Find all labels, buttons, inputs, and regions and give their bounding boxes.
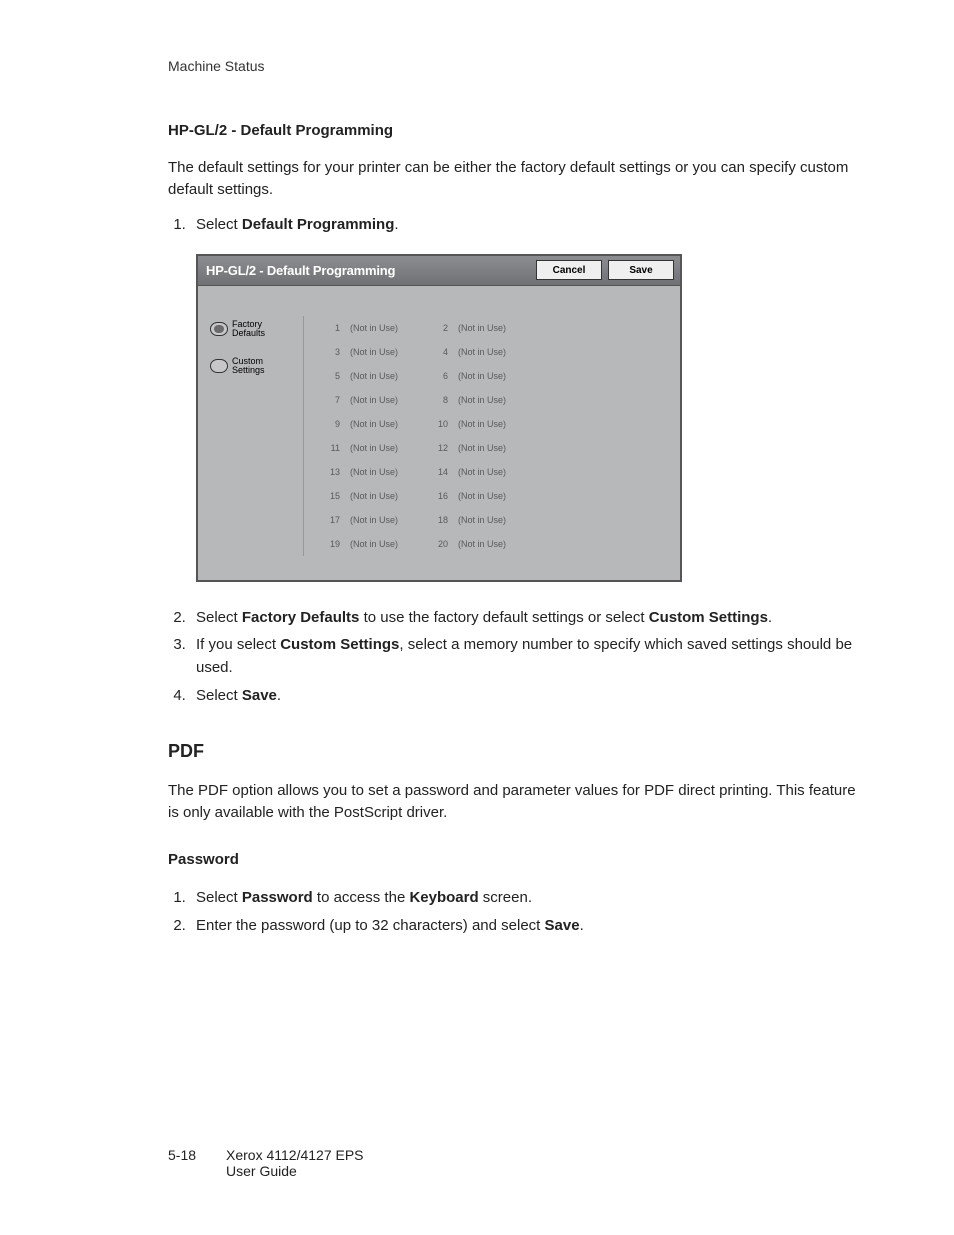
slot-number[interactable]: 7 [322, 395, 344, 405]
steps-list-1: Select Default Programming. [168, 213, 864, 236]
dialog-title: HP-GL/2 - Default Programming [206, 263, 530, 278]
slot-number[interactable]: 20 [430, 539, 452, 549]
slot-number[interactable]: 17 [322, 515, 344, 525]
radio-factory-defaults[interactable]: Factory Defaults [204, 320, 303, 339]
slot-value: (Not in Use) [350, 443, 424, 453]
running-header: Machine Status [168, 58, 864, 74]
slot-value: (Not in Use) [350, 371, 424, 381]
pdf-intro: The PDF option allows you to set a passw… [168, 780, 864, 824]
steps-list-2: Select Factory Defaults to use the facto… [168, 606, 864, 707]
slot-value: (Not in Use) [458, 371, 532, 381]
slot-number[interactable]: 2 [430, 323, 452, 333]
embedded-dialog: HP-GL/2 - Default Programming Cancel Sav… [196, 254, 682, 582]
slot-number[interactable]: 18 [430, 515, 452, 525]
save-button[interactable]: Save [608, 260, 674, 280]
slot-number[interactable]: 5 [322, 371, 344, 381]
slot-value: (Not in Use) [350, 395, 424, 405]
slot-number[interactable]: 9 [322, 419, 344, 429]
radio-icon [210, 359, 228, 373]
slot-value: (Not in Use) [458, 347, 532, 357]
slot-value: (Not in Use) [350, 323, 424, 333]
slot-number[interactable]: 6 [430, 371, 452, 381]
radio-group: Factory Defaults Custom Settings [204, 316, 304, 556]
footer-line-1: Xerox 4112/4127 EPS [226, 1147, 364, 1163]
slot-number[interactable]: 14 [430, 467, 452, 477]
slot-value: (Not in Use) [458, 419, 532, 429]
slot-number[interactable]: 1 [322, 323, 344, 333]
slot-number[interactable]: 10 [430, 419, 452, 429]
slot-number[interactable]: 11 [322, 443, 344, 453]
slot-number[interactable]: 4 [430, 347, 452, 357]
slot-value: (Not in Use) [458, 491, 532, 501]
radio-custom-settings[interactable]: Custom Settings [204, 357, 303, 376]
step-item: Enter the password (up to 32 characters)… [190, 914, 864, 937]
slot-value: (Not in Use) [350, 539, 424, 549]
slot-number[interactable]: 12 [430, 443, 452, 453]
document-page: Machine Status HP-GL/2 - Default Program… [0, 0, 954, 1235]
slot-value: (Not in Use) [458, 395, 532, 405]
slot-number[interactable]: 15 [322, 491, 344, 501]
footer-line-2: User Guide [226, 1163, 364, 1179]
slot-value: (Not in Use) [458, 539, 532, 549]
cancel-button[interactable]: Cancel [536, 260, 602, 280]
memory-slot-grid: 1 (Not in Use) 2 (Not in Use) 3 (Not in Use) 4… [304, 316, 670, 556]
slot-value: (Not in Use) [458, 323, 532, 333]
dialog-titlebar: HP-GL/2 - Default Programming Cancel Sav… [198, 256, 680, 286]
section-heading-pdf: PDF [168, 741, 864, 762]
slot-value: (Not in Use) [350, 491, 424, 501]
slot-value: (Not in Use) [350, 467, 424, 477]
slot-number[interactable]: 16 [430, 491, 452, 501]
slot-number[interactable]: 3 [322, 347, 344, 357]
slot-number[interactable]: 13 [322, 467, 344, 477]
page-number: 5-18 [168, 1147, 202, 1179]
slot-value: (Not in Use) [458, 467, 532, 477]
step-item: If you select Custom Settings, select a … [190, 633, 864, 680]
slot-value: (Not in Use) [350, 419, 424, 429]
page-footer: 5-18 Xerox 4112/4127 EPS User Guide [168, 1147, 364, 1179]
section-heading-password: Password [168, 851, 864, 868]
dialog-body: Factory Defaults Custom Settings 1 (Not i… [198, 286, 680, 580]
section-heading-hpgl2: HP-GL/2 - Default Programming [168, 122, 864, 139]
slot-value: (Not in Use) [350, 347, 424, 357]
step-item: Select Save. [190, 684, 864, 707]
step-item: Select Factory Defaults to use the facto… [190, 606, 864, 629]
slot-number[interactable]: 8 [430, 395, 452, 405]
slot-value: (Not in Use) [458, 443, 532, 453]
step-item: Select Password to access the Keyboard s… [190, 886, 864, 909]
intro-paragraph: The default settings for your printer ca… [168, 157, 864, 201]
radio-icon [210, 322, 228, 336]
slot-number[interactable]: 19 [322, 539, 344, 549]
step-item: Select Default Programming. [190, 213, 864, 236]
slot-value: (Not in Use) [458, 515, 532, 525]
steps-list-3: Select Password to access the Keyboard s… [168, 886, 864, 937]
slot-value: (Not in Use) [350, 515, 424, 525]
